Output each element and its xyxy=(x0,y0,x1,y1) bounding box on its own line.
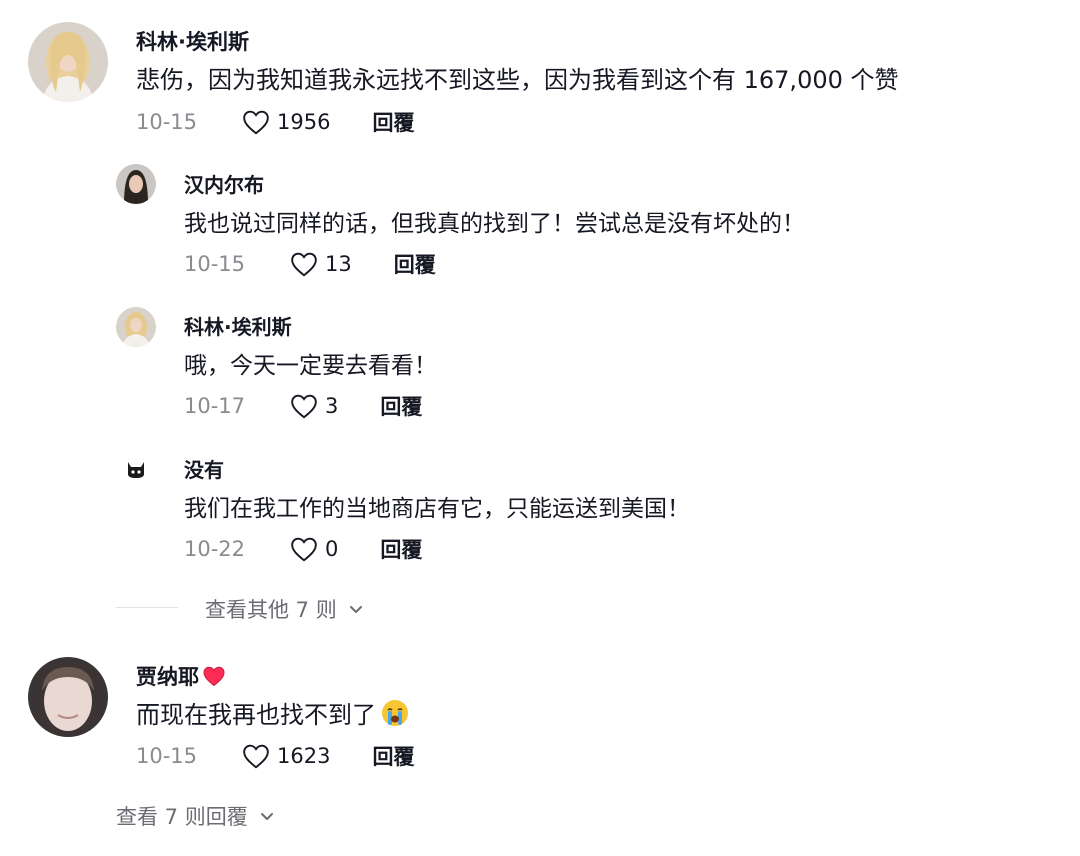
heart-outline-icon xyxy=(243,744,269,769)
like-button[interactable]: 0 xyxy=(289,536,338,562)
red-heart-icon xyxy=(201,665,227,692)
reply-text: 我们在我工作的当地商店有它，只能运送到美国！ xyxy=(184,496,690,522)
comment-date: 10-15 xyxy=(136,744,198,768)
reply-author[interactable]: 科林·埃利斯 xyxy=(184,311,292,340)
comment-text-content: 而现在我再也找不到了 xyxy=(136,701,376,729)
view-more-label: 查看其他 7 则 xyxy=(205,598,337,622)
avatar-dark-hair-woman xyxy=(116,164,156,204)
avatar[interactable] xyxy=(116,450,156,490)
heart-outline-icon xyxy=(291,537,317,562)
avatar[interactable] xyxy=(116,164,156,204)
like-count: 13 xyxy=(325,252,352,276)
chevron-down-icon xyxy=(349,606,362,613)
heart-outline-icon xyxy=(291,252,317,277)
comment-author[interactable]: 贾纳耶 xyxy=(136,661,227,692)
view-replies-label: 查看 7 则回覆 xyxy=(116,805,248,829)
reply-meta: 10-17 3 回覆 xyxy=(184,390,422,422)
reply-button[interactable]: 回覆 xyxy=(372,107,414,137)
view-replies-button[interactable]: 查看 7 则回覆 xyxy=(116,801,276,831)
like-count: 3 xyxy=(325,394,339,418)
like-button[interactable]: 13 xyxy=(289,251,352,277)
heart-outline-icon xyxy=(291,394,317,419)
like-button[interactable]: 3 xyxy=(289,393,338,419)
reply-meta: 10-22 0 回覆 xyxy=(184,533,422,565)
reply-button[interactable]: 回覆 xyxy=(372,741,414,771)
reply-button[interactable]: 回覆 xyxy=(380,534,422,564)
comment-text: 而现在我再也找不到了 xyxy=(136,695,410,734)
divider xyxy=(116,607,178,608)
reply-text: 哦，今天一定要去看看！ xyxy=(184,353,437,379)
crying-face-icon xyxy=(380,698,410,734)
reply-author[interactable]: 汉内尔布 xyxy=(184,169,264,198)
avatar-blonde-woman xyxy=(28,22,108,102)
avatar-cat-icon xyxy=(116,450,156,490)
like-count: 1956 xyxy=(277,110,331,134)
comment-text: 悲伤，因为我知道我永远找不到这些，因为我看到这个有 167,000 个赞 xyxy=(136,66,899,94)
like-count: 1623 xyxy=(277,744,331,768)
comment-date: 10-15 xyxy=(136,110,198,134)
reply-meta: 10-15 13 回覆 xyxy=(184,248,436,280)
reply-text: 我也说过同样的话，但我真的找到了！尝试总是没有坏处的！ xyxy=(184,211,805,237)
author-name: 贾纳耶 xyxy=(136,665,199,689)
reply-button[interactable]: 回覆 xyxy=(394,249,436,279)
reply-date: 10-17 xyxy=(184,394,246,418)
reply-button[interactable]: 回覆 xyxy=(380,391,422,421)
like-button[interactable]: 1956 xyxy=(241,109,330,135)
like-count: 0 xyxy=(325,537,339,561)
avatar[interactable] xyxy=(28,22,108,102)
reply-date: 10-22 xyxy=(184,537,246,561)
comment-author[interactable]: 科林·埃利斯 xyxy=(136,26,249,56)
like-button[interactable]: 1623 xyxy=(241,743,330,769)
avatar[interactable] xyxy=(28,657,108,737)
reply-author[interactable]: 没有 xyxy=(184,454,224,483)
comment-meta: 10-15 1623 回覆 xyxy=(136,740,414,772)
avatar[interactable] xyxy=(116,307,156,347)
comment-meta: 10-15 1956 回覆 xyxy=(136,106,414,138)
chevron-down-icon xyxy=(260,813,273,820)
avatar-blonde-woman xyxy=(116,307,156,347)
heart-outline-icon xyxy=(243,110,269,135)
view-more-replies-button[interactable]: 查看其他 7 则 xyxy=(205,594,365,624)
reply-date: 10-15 xyxy=(184,252,246,276)
avatar-woman-face xyxy=(28,657,108,737)
